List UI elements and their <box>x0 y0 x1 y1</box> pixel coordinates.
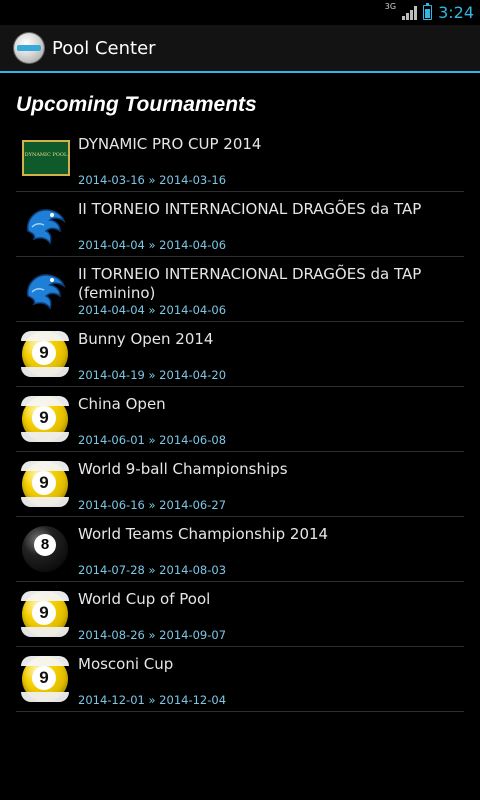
nine-ball-icon: 9 <box>21 461 70 509</box>
tournament-row[interactable]: 9 World 9-ball Championships 2014-06-16 … <box>16 452 464 517</box>
tournament-dates: 2014-04-04 » 2014-04-06 <box>78 238 227 252</box>
tournament-row[interactable]: II TORNEIO INTERNACIONAL DRAGÕES da TAP … <box>16 257 464 322</box>
tournament-row[interactable]: 9 Mosconi Cup 2014-12-01 » 2014-12-04 <box>16 647 464 712</box>
status-clock: 3:24 <box>438 3 474 22</box>
tournament-title: World 9-ball Championships <box>78 460 288 478</box>
action-bar: Pool Center <box>0 25 480 73</box>
tournament-row[interactable]: II TORNEIO INTERNACIONAL DRAGÕES da TAP … <box>16 192 464 257</box>
tournament-dates: 2014-04-19 » 2014-04-20 <box>78 368 227 382</box>
signal-icon <box>402 5 418 20</box>
nine-ball-icon: 9 <box>21 331 70 379</box>
tournament-title: China Open <box>78 395 166 413</box>
section-title: Upcoming Tournaments <box>16 93 257 116</box>
tournament-row[interactable]: DYNAMIC POOL DYNAMIC PRO CUP 2014 2014-0… <box>16 127 464 192</box>
tournament-title: II TORNEIO INTERNACIONAL DRAGÕES da TAP … <box>78 265 422 302</box>
tournament-row[interactable]: 9 World Cup of Pool 2014-08-26 » 2014-09… <box>16 582 464 647</box>
tournament-title: II TORNEIO INTERNACIONAL DRAGÕES da TAP <box>78 200 422 218</box>
tournament-title: World Cup of Pool <box>78 590 211 608</box>
tournament-row[interactable]: 9 Bunny Open 2014 2014-04-19 » 2014-04-2… <box>16 322 464 387</box>
main-content: Upcoming Tournaments DYNAMIC POOL DYNAMI… <box>0 73 480 712</box>
tournament-dates: 2014-07-28 » 2014-08-03 <box>78 563 227 577</box>
tournament-list: DYNAMIC POOL DYNAMIC PRO CUP 2014 2014-0… <box>16 127 464 712</box>
tournament-dates: 2014-04-04 » 2014-04-06 <box>78 303 227 317</box>
status-bar: 3G 3:24 <box>0 0 480 25</box>
app-logo-icon[interactable] <box>14 33 44 63</box>
app-title: Pool Center <box>52 37 156 59</box>
eight-ball-icon: 8 <box>22 526 70 574</box>
nine-ball-icon: 9 <box>21 396 70 444</box>
nine-ball-icon: 9 <box>21 591 70 639</box>
tournament-dates: 2014-03-16 » 2014-03-16 <box>78 173 227 187</box>
tournament-row[interactable]: 8 World Teams Championship 2014 2014-07-… <box>16 517 464 582</box>
tournament-title: Mosconi Cup <box>78 655 174 673</box>
network-type-label: 3G <box>384 2 397 11</box>
tournament-dates: 2014-12-01 » 2014-12-04 <box>78 693 227 707</box>
dynamic-pro-cup-logo-icon: DYNAMIC POOL <box>22 136 70 184</box>
nine-ball-icon: 9 <box>21 656 70 704</box>
tournament-title: World Teams Championship 2014 <box>78 525 329 543</box>
tournament-title: DYNAMIC PRO CUP 2014 <box>78 135 262 153</box>
tournament-dates: 2014-06-01 » 2014-06-08 <box>78 433 227 447</box>
tournament-dates: 2014-06-16 » 2014-06-27 <box>78 498 227 512</box>
dragon-logo-icon <box>22 266 70 314</box>
dragon-logo-icon <box>22 201 70 249</box>
tournament-dates: 2014-08-26 » 2014-09-07 <box>78 628 227 642</box>
status-icons: 3G 3:24 <box>385 0 474 25</box>
tournament-title: Bunny Open 2014 <box>78 330 214 348</box>
battery-icon <box>423 3 433 20</box>
tournament-row[interactable]: 9 China Open 2014-06-01 » 2014-06-08 <box>16 387 464 452</box>
